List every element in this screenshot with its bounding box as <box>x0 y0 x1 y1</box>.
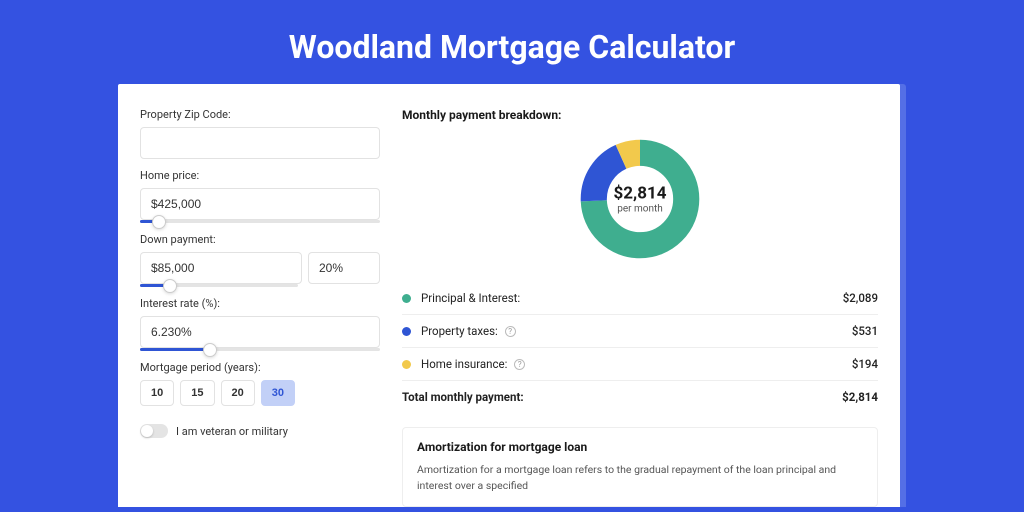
donut-sub: per month <box>614 204 667 215</box>
down-payment-slider[interactable] <box>140 284 298 287</box>
breakdown-row: Property taxes: ?$531 <box>402 315 878 348</box>
home-price-label: Home price: <box>140 169 380 182</box>
interest-rate-slider[interactable] <box>140 348 380 351</box>
breakdown-value: $531 <box>852 324 878 338</box>
page-title: Woodland Mortgage Calculator <box>0 0 1024 84</box>
period-options: 1015 2030 <box>140 380 380 406</box>
breakdown-label: Principal & Interest: <box>421 291 843 305</box>
down-payment-label: Down payment: <box>140 233 380 246</box>
veteran-toggle-knob <box>141 425 153 437</box>
help-icon[interactable]: ? <box>514 359 525 370</box>
breakdown-value: $194 <box>852 357 878 371</box>
interest-rate-group: Interest rate (%): <box>140 297 380 351</box>
down-payment-group: Down payment: <box>140 233 380 287</box>
period-label: Mortgage period (years): <box>140 361 380 374</box>
donut-amount: $2,814 <box>614 184 667 204</box>
down-payment-amount-input[interactable] <box>140 252 302 284</box>
veteran-toggle[interactable] <box>140 424 168 438</box>
breakdown-title: Monthly payment breakdown: <box>402 108 878 122</box>
period-option-10[interactable]: 10 <box>140 380 174 406</box>
home-price-input[interactable] <box>140 188 380 220</box>
amortization-body: Amortization for a mortgage loan refers … <box>417 462 863 494</box>
interest-rate-slider-thumb[interactable] <box>203 343 217 357</box>
home-price-slider[interactable] <box>140 220 380 223</box>
home-price-group: Home price: <box>140 169 380 223</box>
input-column: Property Zip Code: Home price: Down paym… <box>140 108 380 507</box>
help-icon[interactable]: ? <box>505 326 516 337</box>
breakdown-total-row: Total monthly payment:$2,814 <box>402 381 878 413</box>
period-option-20[interactable]: 20 <box>221 380 255 406</box>
zip-label: Property Zip Code: <box>140 108 380 121</box>
breakdown-label: Home insurance: ? <box>421 357 852 371</box>
interest-rate-slider-fill <box>140 348 210 351</box>
amortization-card: Amortization for mortgage loan Amortizat… <box>402 427 878 507</box>
breakdown-column: Monthly payment breakdown: $2,814 per mo… <box>402 108 878 507</box>
period-option-15[interactable]: 15 <box>180 380 214 406</box>
legend-dot <box>402 360 411 369</box>
veteran-label: I am veteran or military <box>176 425 288 438</box>
down-payment-percent-input[interactable] <box>308 252 380 284</box>
amortization-title: Amortization for mortgage loan <box>417 440 863 454</box>
breakdown-row: Principal & Interest:$2,089 <box>402 282 878 315</box>
breakdown-total-label: Total monthly payment: <box>402 390 842 404</box>
breakdown-list: Principal & Interest:$2,089Property taxe… <box>402 282 878 413</box>
legend-dot <box>402 294 411 303</box>
zip-input[interactable] <box>140 127 380 159</box>
breakdown-value: $2,089 <box>843 291 878 305</box>
legend-dot <box>402 327 411 336</box>
period-option-30[interactable]: 30 <box>261 380 295 406</box>
calculator-outer: Property Zip Code: Home price: Down paym… <box>118 84 906 507</box>
breakdown-label: Property taxes: ? <box>421 324 852 338</box>
period-group: Mortgage period (years): 1015 2030 <box>140 361 380 406</box>
home-price-slider-thumb[interactable] <box>152 215 166 229</box>
interest-rate-input[interactable] <box>140 316 380 348</box>
payment-donut-chart: $2,814 per month <box>579 138 701 260</box>
zip-field-group: Property Zip Code: <box>140 108 380 159</box>
donut-center: $2,814 per month <box>614 184 667 215</box>
breakdown-total-value: $2,814 <box>842 390 878 404</box>
veteran-row: I am veteran or military <box>140 424 380 438</box>
calculator-card: Property Zip Code: Home price: Down paym… <box>118 84 900 507</box>
breakdown-row: Home insurance: ?$194 <box>402 348 878 381</box>
down-payment-slider-thumb[interactable] <box>163 279 177 293</box>
donut-wrap: $2,814 per month <box>402 132 878 274</box>
interest-rate-label: Interest rate (%): <box>140 297 380 310</box>
